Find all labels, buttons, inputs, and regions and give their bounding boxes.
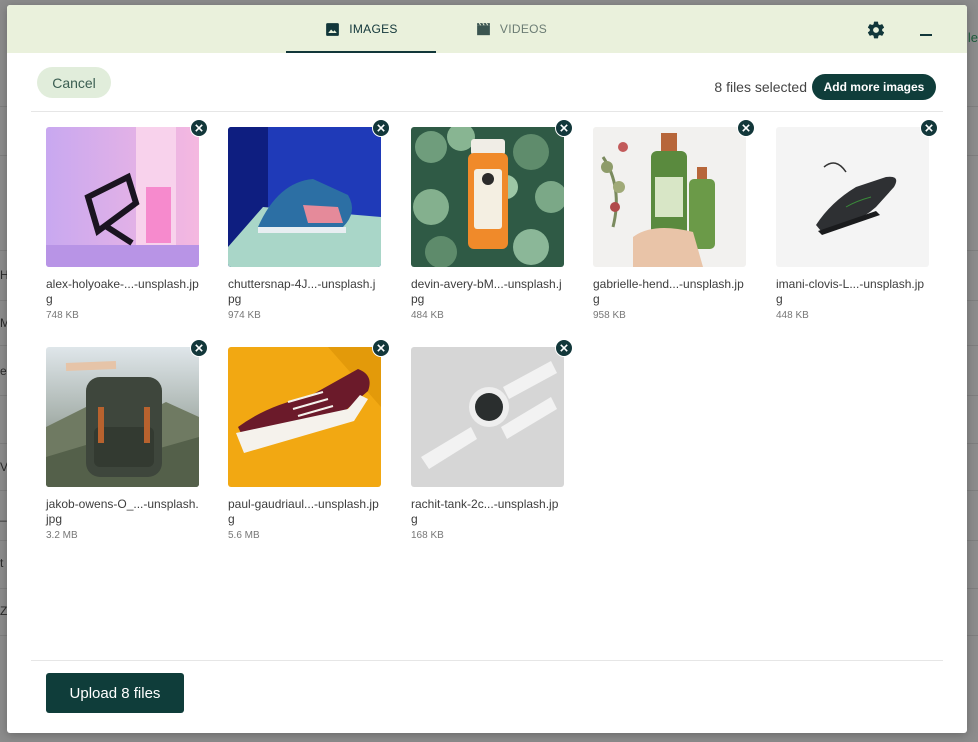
file-card: rachit-tank-2c...-unsplash.jpg 168 KB	[411, 339, 573, 541]
file-thumbnail	[411, 347, 564, 487]
backpack-photo	[46, 347, 199, 487]
file-size: 3.2 MB	[46, 530, 78, 541]
backdrop-edge-text: _	[0, 508, 7, 522]
remove-file-button[interactable]	[555, 339, 573, 357]
juice-bottle-photo	[411, 127, 564, 267]
smartwatch-photo	[411, 347, 564, 487]
close-icon	[925, 124, 933, 132]
file-thumbnail	[228, 347, 381, 487]
close-icon	[377, 124, 385, 132]
file-size: 448 KB	[776, 310, 809, 321]
file-name: devin-avery-bM...-unsplash.jpg	[411, 277, 562, 306]
files-selected-count: 8 files selected	[714, 79, 807, 95]
file-thumbnail	[228, 127, 381, 267]
remove-file-button[interactable]	[555, 119, 573, 137]
close-icon	[560, 344, 568, 352]
gear-icon[interactable]	[866, 20, 886, 40]
remove-file-button[interactable]	[737, 119, 755, 137]
file-name: chuttersnap-4J...-unsplash.jpg	[228, 277, 376, 306]
close-icon	[195, 124, 203, 132]
close-icon	[742, 124, 750, 132]
film-icon	[477, 22, 490, 35]
file-size: 748 KB	[46, 310, 79, 321]
modal-tab-bar: IMAGES VIDEOS	[7, 5, 967, 53]
footer-divider	[31, 660, 943, 661]
tab-videos-label: VIDEOS	[499, 22, 548, 36]
sunglasses-photo	[46, 127, 199, 267]
file-size: 5.6 MB	[228, 530, 260, 541]
remove-file-button[interactable]	[372, 339, 390, 357]
add-more-images-button[interactable]: Add more images	[812, 74, 936, 100]
file-thumbnail	[46, 127, 199, 267]
close-icon	[195, 344, 203, 352]
cancel-button[interactable]: Cancel	[37, 67, 111, 98]
file-size: 168 KB	[411, 530, 444, 541]
close-icon	[560, 124, 568, 132]
file-name: rachit-tank-2c...-unsplash.jpg	[411, 497, 559, 526]
close-icon	[377, 344, 385, 352]
black-sneaker-photo	[776, 127, 929, 267]
remove-file-button[interactable]	[190, 119, 208, 137]
tab-images[interactable]: IMAGES	[286, 5, 436, 53]
minimize-button[interactable]	[920, 34, 932, 36]
upload-modal: IMAGES VIDEOS Cancel 8 files selected Ad…	[7, 5, 967, 733]
file-name: alex-holyoake-...-unsplash.jpg	[46, 277, 199, 306]
file-thumbnail	[411, 127, 564, 267]
shampoo-bottles-photo	[593, 127, 746, 267]
file-card: devin-avery-bM...-unsplash.jpg 484 KB	[411, 119, 573, 321]
upload-files-button[interactable]: Upload 8 files	[46, 673, 184, 713]
file-name: paul-gaudriaul...-unsplash.jpg	[228, 497, 379, 526]
backdrop-edge-text: e	[0, 364, 7, 378]
backdrop-edge-text: t	[0, 556, 4, 570]
remove-file-button[interactable]	[920, 119, 938, 137]
tab-videos[interactable]: VIDEOS	[436, 5, 586, 53]
file-thumbnail	[776, 127, 929, 267]
remove-file-button[interactable]	[190, 339, 208, 357]
file-name: jakob-owens-O_...-unsplash.jpg	[46, 497, 199, 526]
file-card: jakob-owens-O_...-unsplash.jpg 3.2 MB	[46, 339, 208, 541]
header-divider	[31, 111, 943, 112]
file-card: chuttersnap-4J...-unsplash.jpg 974 KB	[228, 119, 390, 321]
backdrop-right-text: le	[967, 30, 978, 45]
tab-images-label: IMAGES	[349, 22, 398, 36]
file-name: gabrielle-hend...-unsplash.jpg	[593, 277, 744, 306]
sneaker-photo	[228, 127, 381, 267]
file-card: alex-holyoake-...-unsplash.jpg 748 KB	[46, 119, 208, 321]
image-icon	[326, 22, 340, 36]
file-card: paul-gaudriaul...-unsplash.jpg 5.6 MB	[228, 339, 390, 541]
file-thumbnail	[593, 127, 746, 267]
maroon-shoe-photo	[228, 347, 381, 487]
file-card: imani-clovis-L...-unsplash.jpg 448 KB	[776, 119, 938, 321]
file-size: 974 KB	[228, 310, 261, 321]
file-thumbnail	[46, 347, 199, 487]
file-size: 958 KB	[593, 310, 626, 321]
file-card: gabrielle-hend...-unsplash.jpg 958 KB	[593, 119, 755, 321]
file-name: imani-clovis-L...-unsplash.jpg	[776, 277, 925, 306]
remove-file-button[interactable]	[372, 119, 390, 137]
file-size: 484 KB	[411, 310, 444, 321]
